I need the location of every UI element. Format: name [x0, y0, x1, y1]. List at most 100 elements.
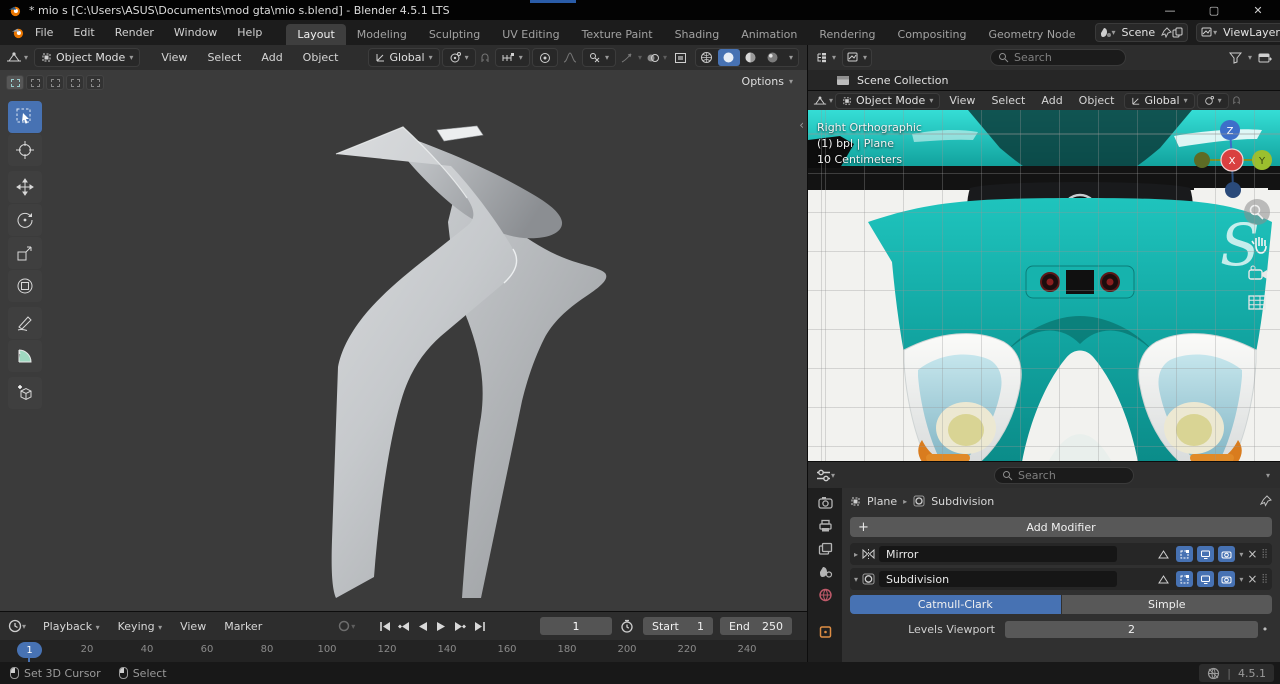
filter-funnel-icon[interactable] — [1228, 52, 1242, 64]
workspace-tab-rendering[interactable]: Rendering — [808, 24, 886, 45]
outliner-display-mode-dropdown[interactable]: ▾ — [842, 48, 873, 67]
xray-toggle-icon[interactable] — [671, 52, 691, 64]
subdiv-on-cage-toggle[interactable] — [1176, 571, 1194, 587]
editor-separator-horizontal-timeline[interactable] — [0, 611, 807, 612]
animate-property-dot[interactable]: • — [1258, 623, 1272, 636]
modifier-extras-chevron-icon[interactable]: ▾ — [1239, 550, 1243, 559]
pin-id-icon[interactable] — [1260, 495, 1272, 507]
modifier-close-icon[interactable]: × — [1247, 572, 1257, 586]
minimize-button[interactable]: — — [1148, 0, 1192, 20]
collapse-chevron-icon[interactable]: ▾ — [854, 575, 858, 584]
shading-solid-icon[interactable] — [717, 49, 740, 66]
tool-cursor-button[interactable] — [8, 134, 42, 166]
select-mode-new-button[interactable] — [6, 75, 24, 90]
tool-rotate-button[interactable] — [8, 204, 42, 236]
simple-button[interactable]: Simple — [1061, 595, 1272, 614]
mirror-realtime-toggle[interactable] — [1197, 546, 1215, 562]
playhead-marker[interactable]: 1 — [17, 642, 42, 658]
tab-object-icon[interactable] — [818, 625, 833, 639]
zoom-tool-icon[interactable] — [1244, 199, 1270, 225]
properties-options-chevron-icon[interactable]: ▾ — [1266, 471, 1270, 480]
tool-transform-button[interactable] — [8, 270, 42, 302]
tool-measure-button[interactable] — [8, 340, 42, 372]
scene-selector[interactable]: ▾ Scene — [1094, 23, 1189, 42]
blender-menu-icon[interactable] — [10, 26, 25, 39]
overlays-toggle-icon[interactable] — [646, 52, 659, 64]
tab-world-icon[interactable] — [818, 588, 833, 602]
timeline-menu-marker[interactable]: Marker — [215, 620, 271, 633]
tool-select-box-button[interactable] — [8, 101, 42, 133]
maximize-button[interactable]: ▢ — [1192, 0, 1236, 20]
select-mode-intersect-button[interactable] — [86, 75, 104, 90]
pin-scene-icon[interactable] — [1161, 27, 1173, 38]
subdiv-edit-mode-toggle[interactable] — [1155, 571, 1172, 587]
properties-search[interactable] — [994, 466, 1134, 484]
timeline-menu-keying[interactable]: Keying ▾ — [109, 620, 171, 633]
viewport-menu-select[interactable]: Select — [984, 94, 1032, 107]
tab-scene-icon[interactable] — [818, 565, 833, 579]
tab-output-icon[interactable] — [818, 519, 833, 533]
select-mode-invert-button[interactable] — [66, 75, 84, 90]
timeline-menu-playback[interactable]: Playback ▾ — [34, 620, 109, 633]
prev-keyframe-button[interactable] — [394, 617, 413, 635]
play-button[interactable] — [432, 617, 451, 635]
modifier-drag-handle-icon[interactable]: ⣿ — [1261, 574, 1268, 584]
new-collection-icon[interactable] — [1258, 52, 1272, 64]
editor-separator-vertical[interactable] — [807, 45, 808, 662]
menu-help[interactable]: Help — [227, 20, 272, 45]
jump-to-end-button[interactable] — [470, 617, 489, 635]
use-preview-range-icon[interactable] — [620, 619, 634, 633]
breadcrumb-modifier[interactable]: Subdivision — [931, 495, 994, 508]
tool-add-cube-button[interactable] — [8, 377, 42, 409]
frame-start-field[interactable]: Start 1 — [643, 617, 713, 635]
subdiv-render-toggle[interactable] — [1218, 571, 1236, 587]
visibility-dropdown[interactable]: ▾ — [581, 48, 616, 67]
transform-orientation-dropdown[interactable]: Global ▾ — [1123, 92, 1195, 109]
snap-magnet-icon[interactable] — [1231, 95, 1242, 106]
breadcrumb-object[interactable]: Plane — [867, 495, 897, 508]
modifier-row-subdivision[interactable]: ▾ Subdivision ▾ × ⣿ — [850, 568, 1272, 590]
modifier-name-field[interactable]: Mirror — [879, 546, 1118, 562]
add-modifier-button[interactable]: + Add Modifier — [850, 517, 1272, 537]
viewlayer-selector[interactable]: ▾ ViewLayer — [1196, 23, 1280, 42]
select-mode-extend-button[interactable] — [26, 75, 44, 90]
workspace-tab-geometry-node[interactable]: Geometry Node — [977, 24, 1086, 45]
mirror-on-cage-toggle[interactable] — [1176, 546, 1194, 562]
viewport-3d-reference[interactable]: ▾ Object Mode ▾ View Select Add Object G… — [808, 91, 1280, 462]
menu-render[interactable]: Render — [105, 20, 164, 45]
scene-collection-label[interactable]: Scene Collection — [857, 74, 948, 87]
workspace-tab-shading[interactable]: Shading — [664, 24, 731, 45]
viewport-menu-add[interactable]: Add — [252, 51, 291, 64]
auto-keying-record-icon[interactable] — [337, 619, 351, 633]
timeline-ruler[interactable]: 20 40 60 80 100 120 140 160 180 200 220 240 1 — [0, 640, 807, 662]
subdiv-realtime-toggle[interactable] — [1197, 571, 1215, 587]
transform-orientation-dropdown[interactable]: Global ▾ — [367, 48, 440, 67]
modifier-name-field[interactable]: Subdivision — [879, 571, 1118, 587]
jump-to-start-button[interactable] — [375, 617, 394, 635]
editor-type-3d-viewport-icon[interactable] — [6, 51, 22, 64]
mode-dropdown[interactable]: Object Mode ▾ — [34, 48, 141, 67]
menu-file[interactable]: File — [25, 20, 63, 45]
shading-wireframe-icon[interactable] — [696, 49, 718, 66]
editor-type-outliner-icon[interactable] — [816, 52, 830, 64]
proportional-falloff-icon[interactable] — [560, 52, 580, 63]
editor-type-properties-icon[interactable] — [816, 469, 831, 482]
tool-move-button[interactable] — [8, 171, 42, 203]
model-scooter-fairing[interactable] — [0, 70, 807, 612]
workspace-tab-animation[interactable]: Animation — [730, 24, 808, 45]
workspace-tab-sculpting[interactable]: Sculpting — [418, 24, 491, 45]
modifier-close-icon[interactable]: × — [1247, 547, 1257, 561]
workspace-tab-layout[interactable]: Layout — [286, 24, 346, 45]
close-button[interactable]: ✕ — [1236, 0, 1280, 20]
mirror-render-toggle[interactable] — [1218, 546, 1236, 562]
modifier-drag-handle-icon[interactable]: ⣿ — [1261, 549, 1268, 559]
reference-image-area[interactable]: S Z X Y Right Orthographic (1) bpl | Pla… — [808, 110, 1280, 462]
shading-dropdown-chevron-icon[interactable]: ▾ — [784, 53, 798, 62]
select-mode-subtract-button[interactable] — [46, 75, 64, 90]
mirror-edit-mode-toggle[interactable] — [1155, 546, 1172, 562]
outliner-search-input[interactable] — [1014, 51, 1114, 64]
frame-end-field[interactable]: End 250 — [720, 617, 792, 635]
properties-search-input[interactable] — [1018, 468, 1118, 482]
levels-viewport-slider[interactable]: 2 — [1005, 621, 1258, 638]
new-scene-icon[interactable] — [1172, 27, 1183, 38]
